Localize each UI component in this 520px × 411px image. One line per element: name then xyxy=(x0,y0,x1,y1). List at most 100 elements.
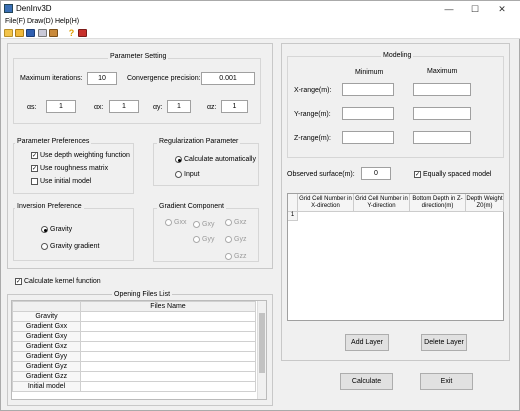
alpha-s-label: αs: xyxy=(27,104,37,111)
cube-icon[interactable] xyxy=(49,29,58,37)
alpha-s-input[interactable]: 1 xyxy=(46,100,76,113)
alpha-y-label: αy: xyxy=(153,104,163,111)
layer-grid[interactable]: Grid Cell Number in X-direction Grid Cel… xyxy=(287,193,504,321)
depth-weighting-label: Use depth weighting function xyxy=(40,152,130,159)
gzz-checkbox[interactable] xyxy=(225,253,232,260)
grid-header-bottom-depth: Bottom Depth in Z-direction(m) xyxy=(410,194,466,212)
menu-draw[interactable]: Draw(D) xyxy=(27,17,53,27)
calc-automatically-radio[interactable] xyxy=(175,156,182,163)
add-layer-button[interactable]: Add Layer xyxy=(345,334,389,351)
file-cell[interactable] xyxy=(80,321,256,332)
max-iter-input[interactable]: 10 xyxy=(87,72,117,85)
kernel-function-label: Calculate kernel function xyxy=(24,278,101,285)
max-iter-label: Maximum iterations: xyxy=(20,75,83,82)
maximize-button[interactable]: ☐ xyxy=(467,3,483,15)
file-row-initial-model: Initial model xyxy=(12,381,81,392)
file-row-gxx: Gradient Gxx xyxy=(12,321,81,332)
gravity-gradient-label: Gravity gradient xyxy=(50,243,100,250)
z-range-min-input[interactable] xyxy=(342,131,394,144)
menu-help[interactable]: Help(H) xyxy=(55,17,79,27)
initial-model-checkbox[interactable] xyxy=(31,178,38,185)
file-cell[interactable] xyxy=(80,331,256,342)
equally-spaced-checkbox[interactable]: ✓ xyxy=(414,171,421,178)
files-table: Files Name Gravity Gradient Gxx Gradient… xyxy=(12,301,256,392)
file-cell[interactable] xyxy=(80,381,256,392)
roughness-matrix-label: Use roughness matrix xyxy=(40,165,109,172)
exit-button[interactable]: Exit xyxy=(420,373,473,390)
alpha-y-input[interactable]: 1 xyxy=(167,100,191,113)
gyy-checkbox[interactable] xyxy=(193,236,200,243)
help-icon[interactable]: ? xyxy=(67,29,76,38)
observed-surface-label: Observed surface(m): xyxy=(287,171,355,178)
toolbar: ? xyxy=(1,27,520,39)
inversion-preference-group xyxy=(13,208,134,261)
modeling-title: Modeling xyxy=(381,52,414,59)
observed-surface-input[interactable]: 0 xyxy=(361,167,391,180)
y-range-max-input[interactable] xyxy=(413,107,471,120)
opening-files-title: Opening Files List xyxy=(112,291,173,298)
file-cell[interactable] xyxy=(80,371,256,382)
gxx-checkbox[interactable] xyxy=(165,219,172,226)
calculate-button[interactable]: Calculate xyxy=(340,373,393,390)
exit-icon[interactable] xyxy=(78,29,87,37)
file-cell[interactable] xyxy=(80,311,256,322)
file-row-gzz: Gradient Gzz xyxy=(12,371,81,382)
alpha-z-input[interactable]: 1 xyxy=(221,100,248,113)
file-cell[interactable] xyxy=(80,361,256,372)
equally-spaced-label: Equally spaced model xyxy=(423,171,492,178)
reg-input-label: Input xyxy=(184,171,200,178)
gradient-component-title: Gradient Component xyxy=(157,203,226,210)
alpha-x-label: αx: xyxy=(94,104,104,111)
menu-bar: File(F) Draw(D) Help(H) xyxy=(1,17,520,27)
grid-row-number: 1 xyxy=(288,212,298,221)
gyy-label: Gyy xyxy=(202,236,215,243)
file-cell[interactable] xyxy=(80,341,256,352)
regularization-title: Regularization Parameter xyxy=(157,138,241,145)
title-bar: DenInv3D — ☐ ✕ xyxy=(1,1,520,17)
file-row-gravity: Gravity xyxy=(12,311,81,322)
alpha-x-input[interactable]: 1 xyxy=(109,100,139,113)
save-icon[interactable] xyxy=(26,29,35,37)
gxx-label: Gxx xyxy=(174,219,187,226)
gyz-label: Gyz xyxy=(234,236,247,243)
files-name-header: Files Name xyxy=(80,301,256,312)
gyz-checkbox[interactable] xyxy=(225,236,232,243)
conv-precision-input[interactable]: 0.001 xyxy=(201,72,255,85)
minimize-button[interactable]: — xyxy=(441,3,457,15)
menu-file[interactable]: File(F) xyxy=(5,17,25,27)
gravity-label: Gravity xyxy=(50,226,73,233)
z-range-max-input[interactable] xyxy=(413,131,471,144)
close-button[interactable]: ✕ xyxy=(494,3,510,15)
x-range-max-input[interactable] xyxy=(413,83,471,96)
z-range-label: Z-range(m): xyxy=(294,135,331,142)
parameter-setting-title: Parameter Setting xyxy=(108,53,169,60)
gravity-radio[interactable] xyxy=(41,226,48,233)
files-scrollbar[interactable] xyxy=(257,301,266,399)
y-range-min-input[interactable] xyxy=(342,107,394,120)
grid-header-x-cells: Grid Cell Number in X-direction xyxy=(298,194,354,212)
file-row-gyz: Gradient Gyz xyxy=(12,361,81,372)
gxz-label: Gxz xyxy=(234,219,247,226)
roughness-matrix-checkbox[interactable]: ✓ xyxy=(31,165,38,172)
reg-input-radio[interactable] xyxy=(175,171,182,178)
gxz-checkbox[interactable] xyxy=(225,219,232,226)
delete-layer-button[interactable]: Delete Layer xyxy=(421,334,467,351)
grid-header-depth-weight: Depth Weight Z0(m) xyxy=(466,194,504,212)
open-icon[interactable] xyxy=(4,29,13,37)
copy-icon[interactable] xyxy=(38,29,47,37)
gravity-gradient-radio[interactable] xyxy=(41,243,48,250)
x-range-label: X-range(m): xyxy=(294,87,332,94)
files-table-container: Files Name Gravity Gradient Gxx Gradient… xyxy=(11,300,267,400)
initial-model-label: Use initial model xyxy=(40,178,92,185)
calc-automatically-label: Calculate automatically xyxy=(184,156,256,163)
file-cell[interactable] xyxy=(80,351,256,362)
gxy-checkbox[interactable] xyxy=(193,221,200,228)
file-row-gxy: Gradient Gxy xyxy=(12,331,81,342)
file-row-gxz: Gradient Gxz xyxy=(12,341,81,352)
files-scrollbar-thumb[interactable] xyxy=(259,313,265,373)
x-range-min-input[interactable] xyxy=(342,83,394,96)
folder-icon[interactable] xyxy=(15,29,24,37)
file-row-gyy: Gradient Gyy xyxy=(12,351,81,362)
depth-weighting-checkbox[interactable]: ✓ xyxy=(31,152,38,159)
kernel-function-checkbox[interactable]: ✓ xyxy=(15,278,22,285)
